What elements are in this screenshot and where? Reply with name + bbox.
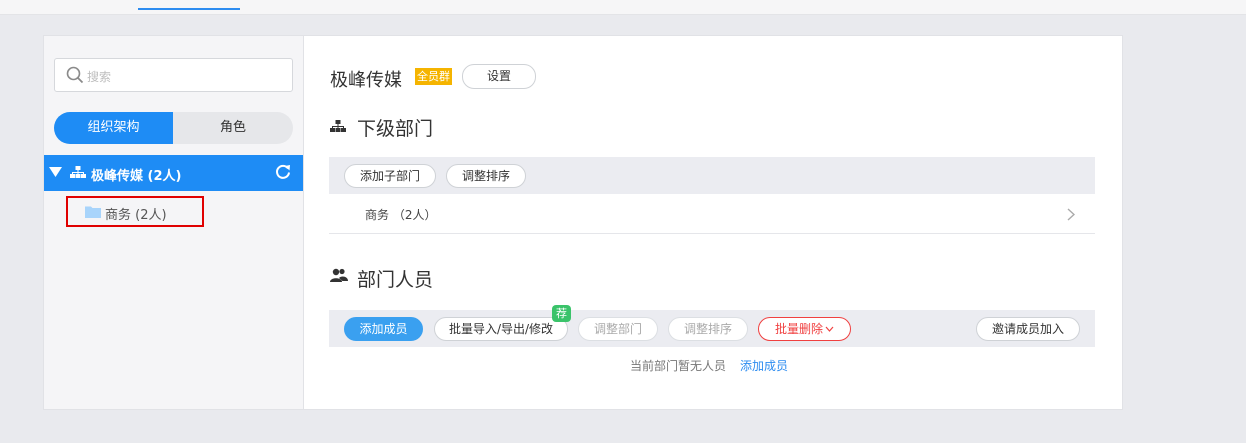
folder-icon: [85, 206, 101, 218]
tab-roles[interactable]: 角色: [173, 112, 293, 144]
empty-members-text: 当前部门暂无人员: [630, 359, 727, 373]
org-chart-icon: [330, 120, 346, 132]
sort-sub-departments-button[interactable]: 调整排序: [446, 164, 526, 188]
view-switch: 组织架构 角色: [54, 112, 293, 144]
tree-child-label: 商务 (2人): [105, 208, 167, 223]
empty-members-message: 当前部门暂无人员 添加成员: [630, 357, 788, 374]
members-toolbar: 添加成员 批量导入/导出/修改 调整部门 调整排序 批量删除 邀请成员加入: [329, 310, 1095, 347]
all-member-group-badge: 全员群: [415, 68, 452, 85]
main-content: 极峰传媒 全员群 设置 下级部门 添加子部门 调整排序 商务 （2人） 部门人员…: [304, 36, 1122, 409]
sub-department-toolbar: 添加子部门 调整排序: [329, 157, 1095, 194]
top-nav-bar: [0, 0, 1246, 15]
sub-departments-title: 下级部门: [357, 118, 434, 140]
contacts-panel: 搜索 组织架构 角色 极峰传媒 (2人) 商务 (2人) 极峰传媒 全员群 设置…: [43, 35, 1123, 410]
add-member-link[interactable]: 添加成员: [740, 359, 788, 373]
adjust-department-button[interactable]: 调整部门: [578, 317, 658, 341]
tree-item-business[interactable]: 商务 (2人): [66, 196, 204, 227]
sub-department-label: 商务 （2人）: [365, 208, 437, 222]
chevron-right-icon: [1067, 208, 1075, 221]
tab-org-structure[interactable]: 组织架构: [54, 112, 173, 144]
top-nav-tab[interactable]: [728, 0, 780, 8]
caret-down-icon[interactable]: [49, 167, 62, 178]
search-icon: [66, 66, 84, 84]
sub-department-row[interactable]: 商务 （2人）: [329, 196, 1095, 234]
top-nav-tab-active[interactable]: [138, 0, 240, 10]
batch-import-export-button[interactable]: 批量导入/导出/修改: [434, 317, 568, 341]
search-input[interactable]: 搜索: [54, 58, 293, 92]
top-nav-tab[interactable]: [1022, 0, 1082, 8]
batch-delete-label: 批量删除: [774, 322, 823, 336]
sidebar: 搜索 组织架构 角色 极峰传媒 (2人) 商务 (2人): [44, 36, 304, 409]
add-sub-department-button[interactable]: 添加子部门: [344, 164, 436, 188]
refresh-icon[interactable]: [275, 164, 291, 180]
sort-members-button[interactable]: 调整排序: [668, 317, 748, 341]
tree-root-label: 极峰传媒 (2人): [91, 169, 182, 184]
org-chart-icon: [70, 166, 86, 178]
top-nav-tab[interactable]: [432, 0, 492, 8]
page-title: 极峰传媒: [330, 70, 402, 91]
batch-delete-button[interactable]: 批量删除: [758, 317, 851, 341]
settings-button[interactable]: 设置: [462, 64, 536, 89]
recommend-badge: 荐: [552, 305, 571, 322]
department-members-title: 部门人员: [357, 269, 434, 291]
add-member-button[interactable]: 添加成员: [344, 317, 423, 341]
chevron-down-icon: [825, 326, 834, 332]
tree-item-root[interactable]: 极峰传媒 (2人): [44, 155, 303, 191]
invite-members-button[interactable]: 邀请成员加入: [976, 317, 1080, 341]
search-placeholder: 搜索: [87, 70, 112, 84]
users-icon: [330, 268, 348, 282]
